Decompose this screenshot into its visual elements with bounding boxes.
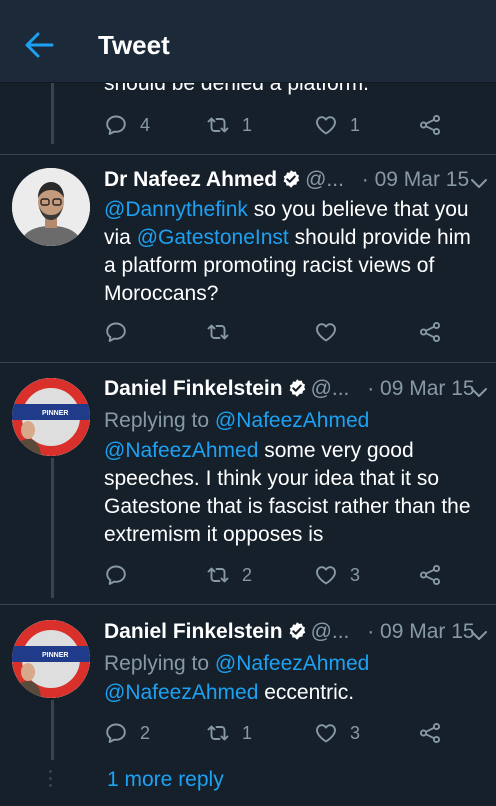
verified-icon <box>287 621 307 641</box>
mention-link[interactable]: @Dannythefink <box>104 198 248 221</box>
author-name[interactable]: Daniel Finkelstein <box>104 620 283 643</box>
mention-link[interactable]: @NafeezAhmed <box>104 681 258 704</box>
reply-icon <box>104 320 128 344</box>
avatar-sign-text: PINNER <box>42 652 68 659</box>
share-button[interactable] <box>418 560 442 590</box>
divider <box>0 362 496 363</box>
reply-context: Replying to @NafeezAhmed <box>104 652 370 675</box>
heart-icon <box>314 320 338 344</box>
retweet-button[interactable]: 1 <box>206 110 252 140</box>
share-button[interactable] <box>418 110 442 140</box>
chevron-down-icon[interactable] <box>470 178 488 190</box>
like-button[interactable]: 3 <box>314 718 360 748</box>
reply-count: 2 <box>140 722 151 743</box>
tweet-date[interactable]: · 09 Mar 15 <box>367 377 474 400</box>
share-icon <box>418 113 442 137</box>
avatar[interactable]: PINNER <box>12 620 90 698</box>
retweet-icon <box>206 563 230 587</box>
retweet-button[interactable]: 2 <box>206 560 252 590</box>
reply-button[interactable]: 4 <box>104 110 150 140</box>
tweet-header: Dr Nafeez Ahmed @... · 09 Mar 15 <box>104 168 469 198</box>
heart-icon <box>314 563 338 587</box>
mention-link[interactable]: @NafeezAhmed <box>215 409 369 432</box>
tweet-actions: 2 1 3 <box>0 718 496 748</box>
retweet-icon <box>206 320 230 344</box>
verified-icon <box>281 169 301 189</box>
retweet-icon <box>206 721 230 745</box>
avatar-sign-text: PINNER <box>42 410 68 417</box>
reply-icon <box>104 113 128 137</box>
tweet-actions: 4 1 1 <box>0 110 496 140</box>
share-icon <box>418 320 442 344</box>
author-handle[interactable]: @... <box>311 377 350 400</box>
mention-link[interactable]: @NafeezAhmed <box>215 652 369 675</box>
verified-icon <box>287 378 307 398</box>
retweet-count: 1 <box>242 722 253 743</box>
app-header: Tweet <box>0 0 496 82</box>
share-button[interactable] <box>418 718 442 748</box>
mention-link[interactable]: @GatestoneInst <box>137 226 289 249</box>
thread-dots <box>49 770 53 791</box>
reply-button[interactable] <box>104 317 140 347</box>
tweet-actions <box>0 317 496 347</box>
tweet-header: Daniel Finkelstein @... · 09 Mar 15 <box>104 620 475 650</box>
like-count: 3 <box>350 722 361 743</box>
reply-icon <box>104 563 128 587</box>
tweet-actions: 2 3 <box>0 560 496 590</box>
divider <box>0 154 496 155</box>
share-icon <box>418 721 442 745</box>
tweet-date[interactable]: · 09 Mar 15 <box>362 168 469 191</box>
share-icon <box>418 563 442 587</box>
mention-link[interactable]: @NafeezAhmed <box>104 439 258 462</box>
avatar[interactable]: PINNER <box>12 378 90 456</box>
like-button[interactable]: 1 <box>314 110 360 140</box>
page-title: Tweet <box>98 30 170 60</box>
author-handle[interactable]: @... <box>311 620 350 643</box>
more-reply-link[interactable]: 1 more reply <box>107 768 224 792</box>
like-button[interactable] <box>314 317 350 347</box>
author-name[interactable]: Dr Nafeez Ahmed <box>104 168 277 191</box>
heart-icon <box>314 113 338 137</box>
retweet-count: 2 <box>242 564 253 585</box>
like-count: 1 <box>350 114 361 135</box>
tweet-date[interactable]: · 09 Mar 15 <box>367 620 474 643</box>
chevron-down-icon[interactable] <box>470 630 488 642</box>
reply-context: Replying to @NafeezAhmed <box>104 409 370 432</box>
retweet-button[interactable]: 1 <box>206 718 252 748</box>
tweet-header: Daniel Finkelstein @... · 09 Mar 15 <box>104 377 475 407</box>
retweet-button[interactable] <box>206 317 242 347</box>
tweet-text: @Dannythefink so you believe that you vi… <box>104 198 471 305</box>
reply-count: 4 <box>140 114 151 135</box>
like-count: 3 <box>350 564 361 585</box>
chevron-down-icon[interactable] <box>470 387 488 399</box>
reply-button[interactable] <box>104 560 140 590</box>
author-handle[interactable]: @... <box>305 168 344 191</box>
author-name[interactable]: Daniel Finkelstein <box>104 377 283 400</box>
tweet-text: @NafeezAhmed some very good speeches. I … <box>104 439 471 546</box>
heart-icon <box>314 721 338 745</box>
retweet-count: 1 <box>242 114 253 135</box>
tweet-text: @NafeezAhmed eccentric. <box>104 681 355 704</box>
share-button[interactable] <box>418 317 442 347</box>
divider <box>0 604 496 605</box>
arrow-left-icon[interactable] <box>22 28 56 62</box>
reply-button[interactable]: 2 <box>104 718 150 748</box>
like-button[interactable]: 3 <box>314 560 360 590</box>
retweet-icon <box>206 113 230 137</box>
avatar[interactable] <box>12 168 90 246</box>
reply-icon <box>104 721 128 745</box>
